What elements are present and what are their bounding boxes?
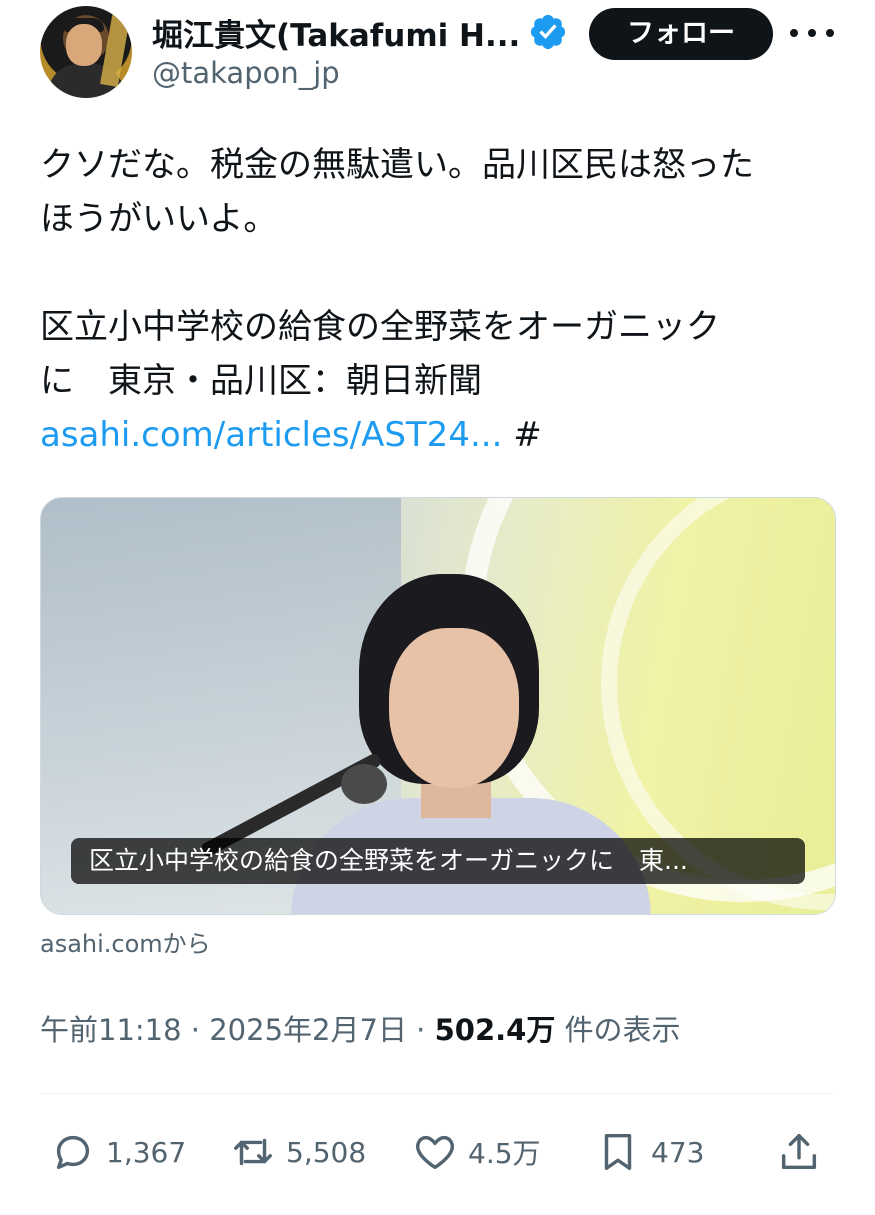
author-handle[interactable]: @takapon_jp xyxy=(152,56,340,90)
action-bar: 1,367 5,508 4.5万 473 xyxy=(40,1122,834,1182)
share-icon xyxy=(781,1133,817,1170)
follow-button[interactable]: フォロー xyxy=(589,8,773,60)
repost-count: 5,508 xyxy=(286,1135,367,1169)
tweet-meta: 午前11:18 · 2025年2月7日 · 502.4万 件の表示 xyxy=(40,1007,681,1049)
hashtag-link[interactable]: # xyxy=(513,415,542,455)
bookmark-button[interactable]: 473 xyxy=(595,1122,704,1182)
article-link[interactable]: asahi.com/articles/AST24... xyxy=(40,415,502,455)
like-button[interactable]: 4.5万 xyxy=(412,1122,541,1182)
views-label: 件の表示 xyxy=(555,1013,681,1047)
like-count: 4.5万 xyxy=(468,1137,541,1170)
tweet-line: クソだな。税金の無駄遣い。品川区民は怒った xyxy=(40,145,754,185)
author-avatar[interactable] xyxy=(40,6,132,98)
reply-icon xyxy=(56,1135,90,1170)
heart-icon xyxy=(416,1135,454,1170)
card-caption: 区立小中学校の給食の全野菜をオーガニックに 東... xyxy=(71,838,805,884)
tweet-line: ほうがいいよ。 xyxy=(40,199,278,239)
views-count: 502.4万 xyxy=(434,1013,556,1047)
bookmark-icon xyxy=(604,1133,632,1171)
tweet-time[interactable]: 午前11:18 xyxy=(40,1013,182,1047)
more-dots-icon[interactable] xyxy=(790,18,834,48)
divider xyxy=(40,1093,834,1094)
tweet-date[interactable]: 2025年2月7日 xyxy=(209,1013,407,1047)
author-display-name[interactable]: 堀江貴文(Takafumi H... xyxy=(152,10,520,55)
reply-button[interactable]: 1,367 xyxy=(50,1122,186,1182)
repost-icon xyxy=(234,1138,272,1166)
card-source[interactable]: asahi.comから xyxy=(40,924,211,959)
tweet-line: に 東京・品川区：朝日新聞 xyxy=(40,361,482,401)
tweet-body: クソだな。税金の無駄遣い。品川区民は怒った ほうがいいよ。 区立小中学校の給食の… xyxy=(40,138,840,462)
meta-separator: · xyxy=(181,1013,210,1047)
meta-separator: · xyxy=(406,1013,435,1047)
verified-check-icon xyxy=(530,14,566,50)
link-preview-card[interactable]: 区立小中学校の給食の全野菜をオーガニックに 東... xyxy=(40,497,836,915)
share-button[interactable] xyxy=(776,1122,822,1182)
tweet-header: 堀江貴文(Takafumi H... @takapon_jp フォロー xyxy=(0,0,875,110)
tweet-line: 区立小中学校の給食の全野菜をオーガニック xyxy=(40,307,720,347)
bookmark-count: 473 xyxy=(651,1135,705,1169)
reply-count: 1,367 xyxy=(106,1135,187,1169)
repost-button[interactable]: 5,508 xyxy=(230,1122,366,1182)
